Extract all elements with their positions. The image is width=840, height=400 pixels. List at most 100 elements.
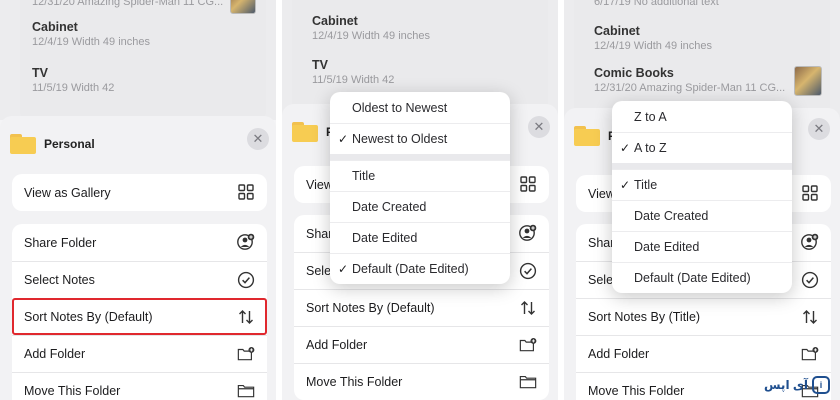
view-options-group: View as Gallery xyxy=(12,174,267,211)
notes-list-background: 12/31/20 Amazing Spider-Man 11 CG... Cab… xyxy=(0,0,276,120)
note-meta: 12/4/19 Width 49 inches xyxy=(594,40,713,52)
menu-item-newest-to-oldest[interactable]: ✓ Newest to Oldest xyxy=(330,123,510,154)
note-title: TV xyxy=(32,66,48,80)
menu-item-label: Title xyxy=(634,178,658,192)
add-folder-option[interactable]: Add Folder xyxy=(576,335,831,372)
menu-item-a-to-z[interactable]: ✓ A to Z xyxy=(612,132,792,163)
checkmark-circle-icon xyxy=(801,271,819,289)
note-item[interactable]: TV 11/5/19 Width 42 xyxy=(312,58,394,86)
note-meta: 12/31/20 Amazing Spider-Man 11 CG... xyxy=(32,0,224,8)
brand-text: آی اپس xyxy=(763,378,808,392)
menu-item-label: Newest to Oldest xyxy=(352,132,448,146)
option-label: Add Folder xyxy=(24,347,86,361)
menu-item-z-to-a[interactable]: Z to A xyxy=(612,101,792,132)
note-title: Cabinet xyxy=(594,24,640,38)
sort-order-menu: Oldest to Newest ✓ Newest to Oldest Titl… xyxy=(330,92,510,284)
menu-item-default[interactable]: ✓ Default (Date Edited) xyxy=(330,253,510,284)
move-this-folder-option[interactable]: Move This Folder xyxy=(294,363,549,400)
option-label: Share Folder xyxy=(24,235,97,250)
note-meta: 11/5/19 Width 42 xyxy=(32,82,115,94)
watermark-logo: آی اپس i xyxy=(764,376,830,394)
note-item[interactable]: Cabinet 12/4/19 Width 49 inches xyxy=(32,20,150,48)
move-this-folder-option[interactable]: Move This Folder xyxy=(12,372,267,400)
add-folder-option[interactable]: Add Folder xyxy=(294,326,549,363)
sort-order-menu: Z to A ✓ A to Z ✓ Title Date Created Dat… xyxy=(612,101,792,293)
option-label: Add Folder xyxy=(306,338,368,352)
folder-plus-icon xyxy=(237,345,255,363)
checkmark-icon: ✓ xyxy=(620,141,631,155)
sheet-header: Personal xyxy=(10,128,95,160)
close-button[interactable]: ✕ xyxy=(808,118,830,140)
option-label: View xyxy=(306,177,333,192)
note-item[interactable]: Cabinet 12/4/19 Width 49 inches xyxy=(312,14,430,42)
view-as-gallery-option[interactable]: View as Gallery xyxy=(12,174,267,211)
share-folder-option[interactable]: Share Folder xyxy=(12,224,267,261)
menu-item-label: Date Created xyxy=(352,200,427,214)
menu-item-default[interactable]: Default (Date Edited) xyxy=(612,262,792,293)
checkmark-icon: ✓ xyxy=(338,132,349,146)
menu-item-label: Date Created xyxy=(634,209,709,223)
menu-item-label: A to Z xyxy=(634,141,667,155)
checkmark-icon: ✓ xyxy=(338,262,349,276)
folder-name: Personal xyxy=(44,137,95,151)
menu-item-title[interactable]: Title xyxy=(330,160,510,191)
menu-item-date-edited[interactable]: Date Edited xyxy=(330,222,510,253)
note-title: TV xyxy=(312,58,328,72)
note-item[interactable]: 6/17/19 No additional text xyxy=(594,0,719,8)
folder-icon xyxy=(237,382,255,400)
sort-arrows-icon xyxy=(801,308,819,326)
folder-icon xyxy=(292,122,318,142)
option-label: Sort Notes By (Default) xyxy=(306,301,435,315)
option-label: Sort Notes By (Default) xyxy=(24,310,153,324)
close-button[interactable]: ✕ xyxy=(247,128,269,150)
close-button[interactable]: ✕ xyxy=(528,116,550,138)
option-label: Move This Folder xyxy=(24,384,121,398)
checkmark-icon: ✓ xyxy=(620,178,631,192)
checkmark-circle-icon xyxy=(237,271,255,289)
option-label: Move This Folder xyxy=(306,375,403,389)
folder-plus-icon xyxy=(519,336,537,354)
menu-item-label: Default (Date Edited) xyxy=(352,262,469,276)
add-folder-option[interactable]: Add Folder xyxy=(12,335,267,372)
menu-item-oldest-to-newest[interactable]: Oldest to Newest xyxy=(330,92,510,123)
folder-icon xyxy=(519,373,537,391)
note-meta: 11/5/19 Width 42 xyxy=(312,74,395,86)
menu-item-label: Date Edited xyxy=(634,240,700,254)
brand-badge-icon: i xyxy=(812,376,830,394)
note-meta: 12/4/19 Width 49 inches xyxy=(32,36,151,48)
note-item[interactable]: TV 11/5/19 Width 42 xyxy=(32,66,114,94)
option-label: View as Gallery xyxy=(24,185,111,200)
menu-item-label: Date Edited xyxy=(352,231,418,245)
sort-notes-by-option[interactable]: Sort Notes By (Title) xyxy=(576,298,831,335)
note-item[interactable]: Comic Books 12/31/20 Amazing Spider-Man … xyxy=(594,66,785,94)
folder-action-sheet: Personal ✕ View as Gallery Share Folder … xyxy=(0,116,276,400)
sort-notes-by-option[interactable]: Sort Notes By (Default) xyxy=(294,289,549,326)
menu-item-label: Oldest to Newest xyxy=(352,100,448,115)
menu-item-date-created[interactable]: Date Created xyxy=(330,191,510,222)
menu-item-title[interactable]: ✓ Title xyxy=(612,169,792,200)
folder-plus-icon xyxy=(801,345,819,363)
option-label: Move This Folder xyxy=(588,384,685,398)
note-title: Cabinet xyxy=(312,14,358,28)
sheet-header: P xyxy=(292,116,334,148)
note-meta: 6/17/19 No additional text xyxy=(594,0,719,8)
sort-notes-by-option[interactable]: Sort Notes By (Default) xyxy=(12,298,267,335)
sort-arrows-icon xyxy=(519,299,537,317)
select-notes-option[interactable]: Select Notes xyxy=(12,261,267,298)
notes-list: 12/31/20 Amazing Spider-Man 11 CG... Cab… xyxy=(20,0,266,120)
sheet-header: P xyxy=(574,120,616,152)
note-meta: 12/4/19 Width 49 inches xyxy=(312,30,431,42)
screenshot-panel-1: 12/31/20 Amazing Spider-Man 11 CG... Cab… xyxy=(0,0,276,400)
grid-icon xyxy=(519,175,537,193)
note-item[interactable]: Cabinet 12/4/19 Width 49 inches xyxy=(594,24,712,52)
folder-icon xyxy=(574,126,600,146)
menu-item-date-created[interactable]: Date Created xyxy=(612,200,792,231)
option-label: View xyxy=(588,186,615,201)
menu-item-label: Default (Date Edited) xyxy=(634,271,751,285)
note-title: Comic Books xyxy=(594,66,674,80)
menu-item-date-edited[interactable]: Date Edited xyxy=(612,231,792,262)
note-item[interactable]: 12/31/20 Amazing Spider-Man 11 CG... xyxy=(32,0,223,8)
folder-icon xyxy=(10,134,36,154)
share-person-icon xyxy=(801,233,819,251)
option-label: Sort Notes By (Title) xyxy=(588,310,701,324)
